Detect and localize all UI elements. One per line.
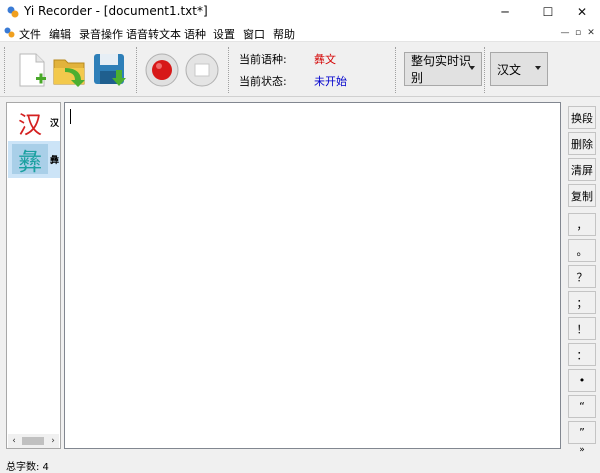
insert-colon-button[interactable]: ：	[568, 343, 596, 366]
minimize-icon: ─	[501, 5, 509, 19]
text-caret	[70, 109, 71, 124]
insert-open-quote-button[interactable]: “	[568, 395, 596, 418]
insert-period-button[interactable]: 。	[568, 239, 596, 262]
menu-file[interactable]: 文件	[19, 26, 41, 42]
mdi-close-button[interactable]: ✕	[585, 27, 597, 39]
new-document-button[interactable]	[12, 48, 52, 92]
toolbar-grip-5[interactable]	[484, 47, 487, 93]
scroll-right-arrow-icon[interactable]: ›	[47, 434, 59, 448]
close-icon: ✕	[576, 5, 588, 19]
output-language-dropdown[interactable]: 汉文	[490, 52, 548, 86]
save-button[interactable]	[90, 48, 130, 92]
mdi-restore-button[interactable]: ▫	[572, 27, 584, 39]
maximize-icon: ☐	[542, 5, 554, 19]
toolbar: 当前语种: 彝文 当前状态: 未开始 整句实时识别 汉文	[0, 43, 600, 97]
insert-comma-button[interactable]: ，	[568, 213, 596, 236]
menu-help[interactable]: 帮助	[273, 26, 295, 42]
menu-window[interactable]: 窗口	[243, 26, 265, 42]
insert-semicolon-button[interactable]: ；	[568, 291, 596, 314]
clear-screen-button[interactable]: 清屏	[568, 158, 596, 181]
open-folder-icon	[53, 59, 85, 87]
window-title: Yi Recorder - [document1.txt*]	[24, 4, 208, 18]
status-bar: 总字数: 4	[0, 455, 600, 473]
delete-button[interactable]: 删除	[568, 132, 596, 155]
menu-edit[interactable]: 编辑	[49, 26, 71, 42]
text-editor[interactable]	[64, 102, 561, 449]
open-file-button[interactable]	[50, 48, 90, 92]
close-button[interactable]: ✕	[566, 0, 598, 24]
chevron-down-icon	[469, 66, 475, 70]
mdi-minimize-button[interactable]: —	[559, 27, 571, 39]
menu-language[interactable]: 语种	[184, 26, 206, 42]
app-icon	[7, 6, 19, 18]
stop-button[interactable]	[182, 48, 222, 92]
language-name-yi: 彝	[50, 156, 60, 166]
current-state-value: 未开始	[314, 75, 347, 88]
current-language-label: 当前语种:	[239, 53, 287, 66]
minimize-button[interactable]: ─	[489, 0, 521, 24]
language-list: 汉 汉 彝 彝 ‹ ›	[6, 102, 61, 449]
language-item-han[interactable]: 汉 汉	[8, 104, 60, 141]
save-icon	[94, 54, 126, 86]
maximize-button[interactable]: ☐	[532, 0, 564, 24]
menu-recording[interactable]: 录音操作	[79, 26, 123, 42]
language-name-han: 汉	[50, 119, 60, 129]
new-document-icon	[19, 53, 46, 87]
insert-question-mark-button[interactable]: ？	[568, 265, 596, 288]
scroll-left-arrow-icon[interactable]: ‹	[8, 434, 20, 448]
new-paragraph-button[interactable]: 换段	[568, 106, 596, 129]
language-item-yi[interactable]: 彝 彝	[8, 141, 60, 178]
title-bar: Yi Recorder - [document1.txt*] ─ ☐ ✕	[0, 0, 600, 24]
copy-button[interactable]: 复制	[568, 184, 596, 207]
record-icon	[145, 53, 179, 87]
language-list-scrollbar[interactable]: ‹ ›	[8, 434, 59, 448]
menu-bar: 文件 编辑 录音操作 语音转文本 语种 设置 窗口 帮助 — ▫ ✕	[0, 24, 600, 42]
toolbar-grip[interactable]	[4, 47, 7, 93]
insert-bullet-button[interactable]: •	[568, 369, 596, 392]
stop-icon	[185, 53, 219, 87]
menu-speech-to-text[interactable]: 语音转文本	[126, 26, 181, 42]
scrollbar-thumb[interactable]	[22, 437, 44, 445]
chevron-down-icon	[535, 66, 541, 70]
toolbar-grip-2[interactable]	[136, 47, 139, 93]
record-button[interactable]	[142, 48, 182, 92]
character-count: 总字数: 4	[6, 462, 49, 473]
menu-settings[interactable]: 设置	[213, 26, 235, 42]
insert-exclamation-button[interactable]: ！	[568, 317, 596, 340]
current-state-label: 当前状态:	[239, 75, 287, 88]
toolbar-grip-4[interactable]	[395, 47, 398, 93]
current-language-value: 彝文	[314, 53, 336, 66]
output-language-value: 汉文	[497, 62, 522, 77]
yi-language-icon: 彝	[12, 144, 48, 176]
document-app-icon	[4, 27, 15, 38]
recognition-mode-dropdown[interactable]: 整句实时识别	[404, 52, 482, 86]
insert-close-quote-button[interactable]: ”	[568, 421, 596, 444]
han-language-icon: 汉	[18, 110, 42, 139]
toolbar-grip-3[interactable]	[228, 47, 231, 93]
